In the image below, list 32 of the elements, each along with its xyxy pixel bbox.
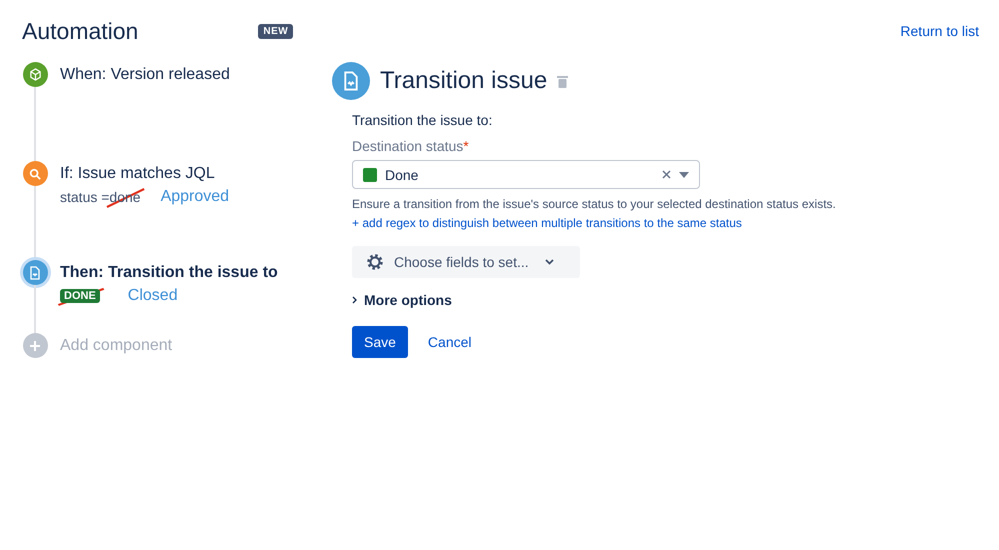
step-title[interactable]: When: Version released [60,62,230,87]
more-options-toggle[interactable]: More options [352,292,452,308]
panel-title: Transition issue [380,67,548,95]
handwritten-note: Closed [128,287,178,305]
search-icon [29,168,41,180]
step-title[interactable]: If: Issue matches JQL [60,161,230,186]
plus-icon [30,340,40,350]
cancel-button[interactable]: Cancel [416,326,484,358]
page-title: Automation [22,18,138,44]
trash-icon[interactable] [557,74,568,88]
chevron-right-icon [352,296,358,304]
required-mark: * [463,138,469,154]
regex-link[interactable]: + add regex to distinguish between multiple transitions to the same status [352,216,979,230]
document-icon [28,266,42,280]
choose-fields-button[interactable]: Choose fields to set... [352,246,580,278]
status-select[interactable]: Done [352,160,700,189]
return-link[interactable]: Return to list [900,23,979,39]
new-label: NEW [258,24,294,38]
caret-icon [679,172,689,178]
status-lozenge: DONE [60,289,100,303]
cube-icon [28,68,42,81]
help-text: Ensure a transition from the issue's source status to your selected destination status exists. [352,197,837,211]
step-title[interactable]: Then: Transition the issue to [60,260,278,285]
gear-icon [366,253,384,271]
field-label: Destination status* [352,138,470,154]
chevron-down-icon [544,259,554,265]
handwritten-note: Approved [160,188,230,206]
add-step-button[interactable] [22,333,48,358]
save-button[interactable]: Save [352,326,408,358]
clear-icon[interactable] [662,170,671,179]
jql-text: status = [60,189,110,205]
section-label: Transition the issue to: [352,112,494,128]
